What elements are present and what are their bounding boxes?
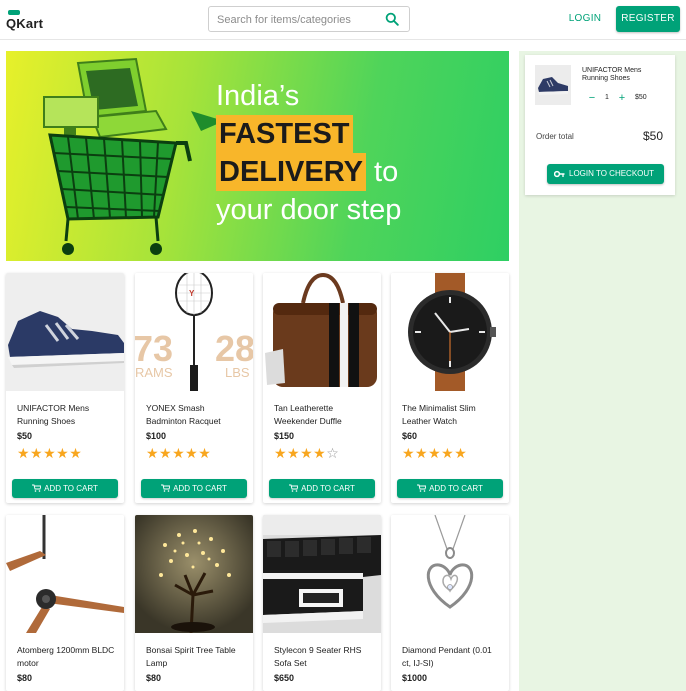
add-cart-icon	[289, 484, 299, 492]
product-price: $1000	[402, 673, 428, 683]
product-name: UNIFACTOR Mens Running Shoes	[17, 403, 90, 426]
product-name: Stylecon 9 Seater RHS Sofa Set	[274, 645, 362, 668]
rating-stars: ★★★★★	[17, 445, 83, 461]
app-header: QKart LOGIN REGISTER	[0, 0, 686, 40]
cart-basket-icon	[48, 133, 192, 255]
racquet-print-right-word: LBS	[225, 365, 250, 380]
product-name: Atomberg 1200mm BLDC motor	[17, 645, 115, 668]
rating-stars: ★★★★★	[402, 445, 468, 461]
product-name: The Minimalist Slim Leather Watch	[402, 403, 476, 426]
product-image[interactable]	[263, 515, 381, 633]
product-image[interactable]	[391, 273, 509, 391]
add-to-cart-button[interactable]: ADD TO CART	[397, 479, 503, 498]
cart-item-image	[535, 65, 571, 105]
product-price: $50	[17, 431, 33, 441]
banner-highlight-fastest: FASTEST	[216, 115, 353, 153]
hero-banner: India’s FASTEST DELIVERY to your door st…	[6, 51, 509, 261]
banner-line-1: India’s	[216, 80, 300, 112]
checkout-label: LOGIN TO CHECKOUT	[569, 169, 655, 178]
product-card[interactable]: Stylecon 9 Seater RHS Sofa Set $650	[263, 515, 381, 691]
rating-stars: ★★★★★	[146, 445, 212, 461]
shopping-cart-illustration	[43, 57, 224, 255]
product-card[interactable]: 73 RAMS 28 LBS Y YONEX Smash Badminton R…	[135, 273, 253, 503]
add-cart-icon	[161, 484, 171, 492]
product-card[interactable]: Diamond Pendant (0.01 ct, IJ-SI) $1000	[391, 515, 509, 691]
add-to-cart-label: ADD TO CART	[429, 484, 483, 493]
add-to-cart-button[interactable]: ADD TO CART	[269, 479, 375, 498]
cart-item-name: UNIFACTOR Mens Running Shoes	[582, 67, 642, 82]
search-box[interactable]	[208, 6, 410, 32]
product-image[interactable]	[6, 515, 124, 633]
product-price: $80	[17, 673, 33, 683]
product-price: $60	[402, 431, 418, 441]
product-price: $80	[146, 673, 162, 683]
add-to-cart-label: ADD TO CART	[301, 484, 355, 493]
login-to-checkout-button[interactable]: LOGIN TO CHECKOUT	[547, 164, 664, 184]
add-to-cart-label: ADD TO CART	[173, 484, 227, 493]
order-total-label: Order total	[536, 132, 574, 141]
computer-icon	[43, 96, 99, 135]
search-input[interactable]	[217, 11, 377, 28]
add-to-cart-button[interactable]: ADD TO CART	[141, 479, 247, 498]
decrease-quantity-button[interactable]: −	[587, 93, 597, 104]
banner-tagline: India’s FASTEST DELIVERY to your door st…	[216, 77, 401, 229]
product-price: $150	[274, 431, 295, 441]
cart-item-price: $50	[635, 94, 647, 101]
logo-text: QKart	[6, 16, 44, 31]
product-card[interactable]: The Minimalist Slim Leather Watch $60 ★★…	[391, 273, 509, 503]
banner-line-last: your door step	[216, 194, 402, 226]
product-card[interactable]: Tan Leatherette Weekender Duffle $150 ★★…	[263, 273, 381, 503]
register-button[interactable]: REGISTER	[616, 6, 680, 32]
racquet-print-left-num: 73	[135, 328, 173, 369]
product-card[interactable]: Bonsai Spirit Tree Table Lamp $80	[135, 515, 253, 691]
product-price: $650	[274, 673, 295, 683]
cart-item-quantity: 1	[605, 94, 609, 101]
add-to-cart-label: ADD TO CART	[44, 484, 98, 493]
add-cart-icon	[417, 484, 427, 492]
product-price: $100	[146, 431, 167, 441]
product-image[interactable]	[6, 273, 124, 391]
rating-stars: ★★★★☆	[274, 445, 340, 461]
racquet-print-right-num: 28	[215, 328, 253, 369]
search-icon[interactable]	[385, 12, 399, 26]
product-name: Diamond Pendant (0.01 ct, IJ-SI)	[402, 645, 492, 668]
product-card[interactable]: Atomberg 1200mm BLDC motor $80	[6, 515, 124, 691]
product-image[interactable]	[135, 515, 253, 633]
product-image[interactable]	[263, 273, 381, 391]
increase-quantity-button[interactable]: +	[617, 93, 627, 104]
product-name: Tan Leatherette Weekender Duffle	[274, 403, 342, 426]
login-button[interactable]: LOGIN	[560, 10, 610, 28]
product-image[interactable]: 73 RAMS 28 LBS Y	[135, 273, 253, 391]
cart-panel: UNIFACTOR Mens Running Shoes − 1 + $50 O…	[525, 55, 675, 195]
product-name: YONEX Smash Badminton Racquet	[146, 403, 221, 426]
product-image[interactable]	[391, 515, 509, 633]
logo-mark-icon	[8, 10, 20, 15]
add-to-cart-button[interactable]: ADD TO CART	[12, 479, 118, 498]
svg-text:Y: Y	[189, 289, 195, 298]
banner-highlight-delivery: DELIVERY	[216, 153, 366, 191]
product-name: Bonsai Spirit Tree Table Lamp	[146, 645, 236, 668]
key-icon	[554, 170, 565, 178]
racquet-print-left-word: RAMS	[135, 365, 173, 380]
order-total-value: $50	[642, 129, 663, 143]
qkart-logo[interactable]: QKart	[6, 8, 46, 32]
product-card[interactable]: UNIFACTOR Mens Running Shoes $50 ★★★★★ A…	[6, 273, 124, 503]
add-cart-icon	[32, 484, 42, 492]
banner-word-to: to	[374, 156, 399, 188]
